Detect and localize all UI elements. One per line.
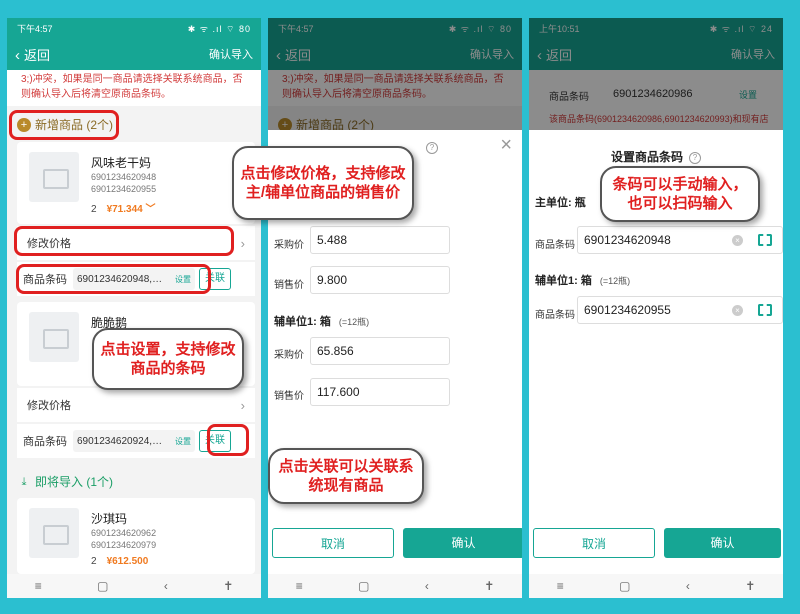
callout-link-product: 点击关联可以关联系统现有商品 (268, 448, 424, 504)
cancel-button[interactable]: 取消 (272, 528, 394, 558)
main-sale-price-input[interactable]: 9.800 (310, 266, 450, 294)
aux-purchase-price-input[interactable]: 65.856 (310, 337, 450, 365)
barcode-value: 6901234620924,… (77, 435, 163, 447)
clear-icon[interactable]: × (732, 305, 743, 316)
image-placeholder-icon (29, 152, 79, 202)
barcode-value: 6901234620955 (584, 303, 671, 317)
barcode-value: 6901234620948 (584, 233, 671, 247)
edit-price-label: 修改价格 (27, 400, 71, 412)
system-nav-bar: ≡ ▢ ‹ ✝ (268, 574, 522, 598)
scan-icon[interactable] (758, 304, 772, 316)
purchase-price-label: 采购价 (274, 240, 304, 251)
product-name: 风味老干妈 (91, 156, 152, 170)
product-quantity: 2 ¥612.500 (91, 556, 149, 567)
status-bar: 下午4:57 ✱ ᯤ .ıl ⌔ 80 (7, 18, 261, 38)
download-icon: ⤓ (21, 475, 27, 488)
callout-barcode-input: 条码可以手动输入，也可以扫码输入 (600, 166, 760, 222)
sale-price-label: 销售价 (274, 280, 304, 291)
highlight-new-products (9, 110, 119, 140)
product-name: 沙琪玛 (91, 512, 128, 526)
aux-unit-label: 辅单位1: 箱 (=12瓶) (535, 275, 631, 287)
confirm-button[interactable]: 确认 (664, 528, 781, 558)
barcode-field[interactable]: 6901234620924,… 设置 (73, 430, 195, 452)
help-icon[interactable]: ? (689, 151, 701, 164)
system-nav-bar: ≡ ▢ ‹ ✝ (7, 574, 261, 598)
confirm-button[interactable]: 确认 (403, 528, 522, 558)
chevron-right-icon: › (240, 397, 245, 413)
close-icon[interactable]: × (500, 134, 512, 157)
product-price: ¥612.500 (106, 556, 149, 567)
callout-set-barcode: 点击设置，支持修改商品的条码 (92, 328, 244, 390)
phone-screen-2: 下午4:57 ✱ ᯤ .ıl ⌔ 80 ‹ 返回 确认导入 3;)冲突，如果是同一… (268, 18, 522, 598)
scan-icon[interactable] (758, 234, 772, 246)
back-icon[interactable]: ‹ (686, 579, 690, 593)
menu-icon[interactable]: ≡ (35, 579, 42, 593)
edit-price-row[interactable]: 修改价格 › (17, 388, 255, 422)
status-time: 下午4:57 (17, 23, 53, 34)
sheet-title: 设置商品条码? (529, 148, 783, 165)
highlight-link-button (207, 424, 249, 456)
callout-edit-price: 点击修改价格，支持修改主/辅单位商品的销售价 (232, 146, 414, 220)
product-price: ¥71.344 ﹀ (106, 204, 156, 215)
barcode-label: 商品条码 (535, 240, 575, 251)
confirm-import-button[interactable]: 确认导入 (209, 46, 253, 62)
main-unit-label: 主单位: 瓶 (535, 197, 586, 209)
menu-icon[interactable]: ≡ (557, 579, 564, 593)
home-icon[interactable]: ▢ (619, 579, 630, 593)
product-quantity: 2 ¥71.344 ﹀ (91, 204, 156, 215)
image-placeholder-icon (29, 508, 79, 558)
image-placeholder-icon (29, 312, 79, 362)
cancel-button[interactable]: 取消 (533, 528, 655, 558)
home-icon[interactable]: ▢ (358, 579, 369, 593)
purchase-price-label: 采购价 (274, 350, 304, 361)
product-card[interactable]: 风味老干妈 6901234620948 6901234620955 2 ¥71.3… (17, 142, 255, 224)
home-icon[interactable]: ▢ (97, 579, 108, 593)
chevron-left-icon: ‹ (15, 46, 20, 64)
accessibility-icon[interactable]: ✝ (223, 579, 233, 593)
product-code: 6901234620955 (91, 184, 157, 194)
product-card[interactable]: 沙琪玛 6901234620962 6901234620979 2 ¥612.50… (17, 498, 255, 574)
import-products-header: ⤓ 即将导入 (1个) (17, 473, 113, 490)
back-button[interactable]: ‹ 返回 (15, 45, 50, 64)
accessibility-icon[interactable]: ✝ (745, 579, 755, 593)
phone-screen-1: 下午4:57 ✱ ᯤ .ıl ⌔ 80 ‹ 返回 确认导入 3;)冲突，如果是同一… (7, 18, 261, 598)
aux-barcode-input[interactable]: 6901234620955 (577, 296, 783, 324)
main-barcode-input[interactable]: 6901234620948 (577, 226, 783, 254)
main-purchase-price-input[interactable]: 5.488 (310, 226, 450, 254)
back-icon[interactable]: ‹ (164, 579, 168, 593)
highlight-barcode-set (16, 264, 211, 294)
help-icon[interactable]: ? (426, 142, 438, 154)
back-icon[interactable]: ‹ (425, 579, 429, 593)
phone-screen-3: 上午10:51 ✱ ᯤ .ıl ⌔ 24 ‹ 返回 确认导入 商品条码 69012… (529, 18, 783, 598)
top-nav: ‹ 返回 确认导入 (7, 38, 261, 70)
product-code: 6901234620962 (91, 528, 157, 538)
menu-icon[interactable]: ≡ (296, 579, 303, 593)
import-products-title: 即将导入 (1个) (35, 475, 114, 489)
highlight-edit-price (14, 226, 234, 256)
product-code: 6901234620979 (91, 540, 157, 550)
system-nav-bar: ≡ ▢ ‹ ✝ (529, 574, 783, 598)
set-barcode-button[interactable]: 设置 (175, 436, 191, 447)
back-label: 返回 (24, 47, 51, 63)
aux-unit-label: 辅单位1: 箱 (=12瓶) (274, 316, 370, 328)
chevron-right-icon: › (240, 235, 245, 251)
sale-price-label: 销售价 (274, 391, 304, 402)
product-code: 6901234620948 (91, 172, 157, 182)
barcode-label: 商品条码 (535, 310, 575, 321)
conflict-warning: 3;)冲突，如果是同一商品请选择关联系统商品，否则确认导入后将清空原商品条码。 (7, 70, 261, 106)
clear-icon[interactable]: × (732, 235, 743, 246)
aux-sale-price-input[interactable]: 117.600 (310, 378, 450, 406)
barcode-label: 商品条码 (23, 436, 67, 448)
status-icons: ✱ ᯤ .ıl ⌔ 80 (187, 23, 251, 34)
accessibility-icon[interactable]: ✝ (484, 579, 494, 593)
